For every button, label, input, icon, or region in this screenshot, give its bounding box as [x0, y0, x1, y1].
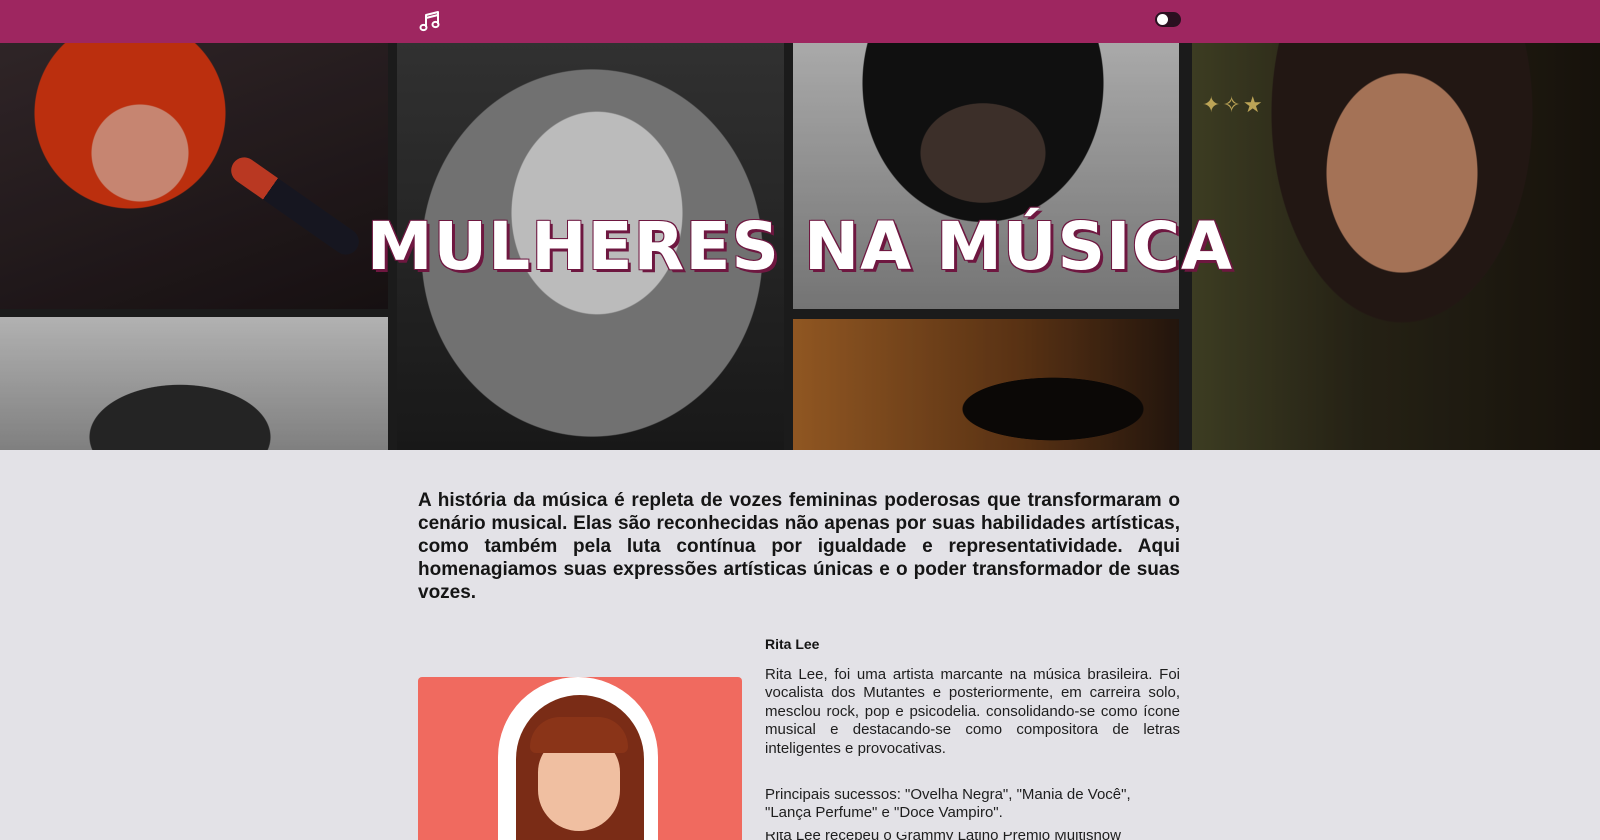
- artist-bio: Rita Lee, foi uma artista marcante na mú…: [765, 666, 1180, 757]
- page-title: MULHERES NA MÚSICA: [366, 208, 1234, 285]
- photo-fringe: [530, 717, 628, 753]
- top-navbar: [0, 0, 1600, 43]
- theme-toggle[interactable]: [1155, 12, 1181, 27]
- artist-hits: Principais sucessos: "Ovelha Negra", "Ma…: [765, 786, 1131, 822]
- intro-paragraph: A história da música é repleta de vozes …: [418, 490, 1180, 603]
- artist-photo: [418, 677, 742, 840]
- toggle-knob: [1157, 14, 1168, 25]
- artist-name: Rita Lee: [765, 636, 820, 652]
- hero-banner: ✦✧★ MULHERES NA MÚSICA: [0, 43, 1600, 450]
- artist-more-text: Rita Lee recebeu o Grammy Latino Prêmio …: [765, 832, 1180, 840]
- music-note-icon[interactable]: [418, 9, 442, 33]
- artist-more-line: Rita Lee recebeu o Grammy Latino Prêmio …: [765, 832, 1180, 840]
